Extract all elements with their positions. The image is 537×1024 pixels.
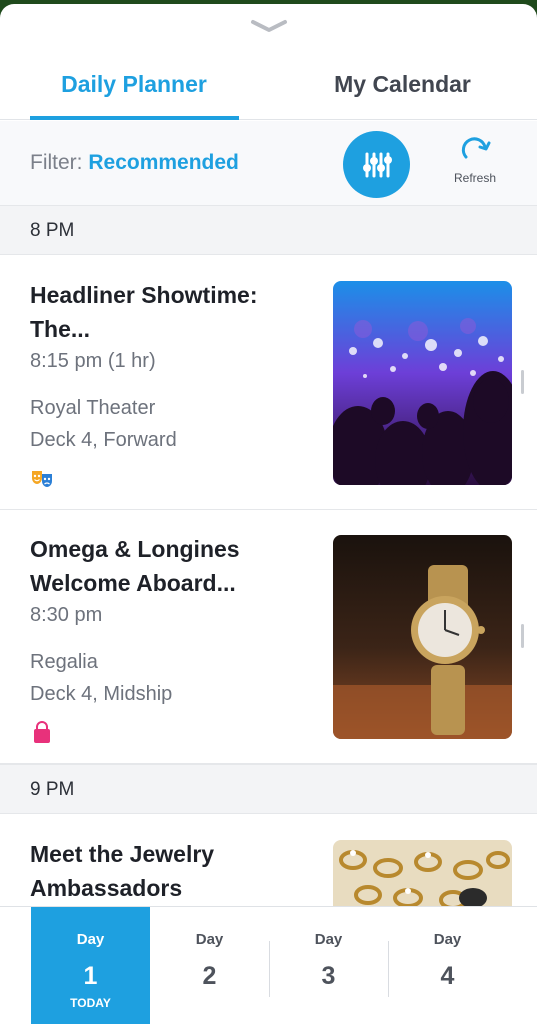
event-venue: Royal Theater [30,397,156,419]
time-group-header: 9 PM [0,764,537,814]
event-time: 8:15 pm (1 hr) [30,350,156,372]
day-tab-2[interactable]: Day 2 [150,907,269,1024]
day-word: Day [314,931,343,948]
time-group-label: 9 PM [30,779,75,800]
event-card[interactable]: Headliner Showtime: The... 8:15 pm (1 hr… [0,256,537,510]
day-tab-4[interactable]: Day 4 [388,907,507,1024]
day-number: 4 [440,962,455,990]
filter-value[interactable]: Recommended [88,151,239,174]
filter-row: Filter: Recommended Refresh [0,121,537,207]
active-tab-indicator [30,116,239,120]
theater-masks-icon [30,467,54,491]
day-number: 1 [83,962,98,990]
refresh-label: Refresh [453,171,497,185]
scroll-indicator [521,624,524,648]
scroll-indicator [521,370,524,394]
event-card[interactable]: Omega & Longines Welcome Aboard... 8:30 … [0,510,537,764]
day-number: 3 [321,962,336,990]
day-tab-1[interactable]: Day 1 TODAY [31,907,150,1024]
bottom-sheet: Daily Planner My Calendar Filter: Recomm… [0,4,537,1024]
day-word: Day [433,931,462,948]
day-word: Day [195,931,224,948]
event-venue: Regalia [30,651,98,673]
tab-bar: Daily Planner My Calendar [0,48,537,120]
chevron-down-icon[interactable] [249,16,289,36]
event-title: Headliner Showtime: The... [30,282,258,342]
shopping-bag-icon [30,721,54,745]
refresh-icon [461,137,491,159]
concert-crowd-photo [333,281,512,485]
day-selector: Day 1 TODAY Day 2 Day 3 Day 4 [0,906,537,1024]
time-group-label: 8 PM [30,220,75,241]
tab-daily-planner[interactable]: Daily Planner [0,48,268,120]
event-title: Meet the Jewelry Ambassadors [30,841,215,901]
event-deck: Deck 4, Midship [30,683,173,705]
today-label: TODAY [70,996,111,1010]
wristwatch-photo [333,535,512,739]
day-word: Day [76,931,105,948]
event-time: 8:30 pm [30,604,103,626]
refresh-button[interactable]: Refresh [440,135,510,195]
filter-prefix: Filter: [30,151,83,174]
event-deck: Deck 4, Forward [30,429,177,451]
filter-label[interactable]: Filter: Recommended [30,151,239,175]
event-title: Omega & Longines Welcome Aboard... [30,536,240,596]
day-number: 2 [202,962,217,990]
filter-button[interactable] [343,131,410,198]
day-tab-3[interactable]: Day 3 [269,907,388,1024]
time-group-header: 8 PM [0,205,537,255]
tab-my-calendar[interactable]: My Calendar [268,48,537,120]
sliders-icon [362,152,392,177]
